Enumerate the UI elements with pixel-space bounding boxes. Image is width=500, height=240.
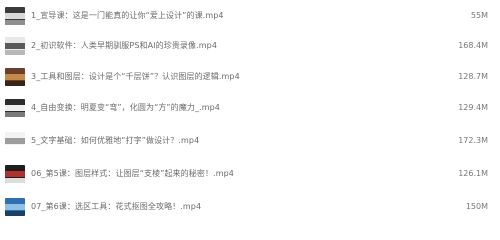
file-size: 172.3M [458,136,488,145]
file-list: 1_宣导课：这是一门能真的让你“爱上设计”的课.mp4 55M 2_初识软件：人… [0,0,500,223]
file-size: 150M [465,202,488,211]
file-row[interactable]: 3_工具和图层：设计是个“千层饼”？认识图层的逻辑.mp4 128.7M [0,64,500,90]
file-size: 168.4M [458,41,488,50]
file-row[interactable]: 4_自由变换：明夏变“弯”，化圆为“方”的魔力_.mp4 129.4M [0,95,500,121]
file-name: 1_宣导课：这是一门能真的让你“爱上设计”的课.mp4 [31,11,224,20]
file-row[interactable]: 1_宣导课：这是一门能真的让你“爱上设计”的课.mp4 55M [0,3,500,29]
file-name: 5_文字基础：如何优雅地“打字”做设计？.mp4 [31,136,200,145]
file-row[interactable]: 06_第5课：图层样式：让图层“支棱”起来的秘密！.mp4 126.1M [0,161,500,187]
file-size: 129.4M [458,103,488,112]
video-thumbnail-icon [5,7,25,25]
video-thumbnail-icon [5,132,25,150]
video-thumbnail-icon [5,37,25,55]
file-row[interactable]: 2_初识软件：人类早期驯服PS和AI的珍贵录像.mp4 168.4M [0,33,500,59]
file-name: 4_自由变换：明夏变“弯”，化圆为“方”的魔力_.mp4 [31,103,220,112]
file-row[interactable]: 5_文字基础：如何优雅地“打字”做设计？.mp4 172.3M [0,128,500,154]
file-name: 3_工具和图层：设计是个“千层饼”？认识图层的逻辑.mp4 [31,72,240,81]
video-thumbnail-icon [5,68,25,86]
file-name: 06_第5课：图层样式：让图层“支棱”起来的秘密！.mp4 [31,169,234,178]
file-name: 07_第6课：选区工具：花式抠图全攻略！.mp4 [31,202,202,211]
video-thumbnail-icon [5,198,25,216]
file-size: 126.1M [458,169,488,178]
video-thumbnail-icon [5,99,25,117]
file-name: 2_初识软件：人类早期驯服PS和AI的珍贵录像.mp4 [31,41,218,50]
file-row[interactable]: 07_第6课：选区工具：花式抠图全攻略！.mp4 150M [0,194,500,220]
video-thumbnail-icon [5,165,25,183]
file-size: 128.7M [458,72,488,81]
file-size: 55M [470,11,488,20]
